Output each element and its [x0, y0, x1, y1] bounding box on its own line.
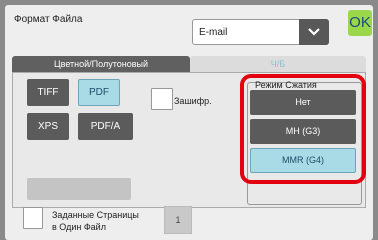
dropdown-toggle-button[interactable]: [299, 19, 329, 45]
compression-mmr-button[interactable]: MMR (G4): [250, 148, 356, 173]
page-title: Формат Файла: [14, 14, 83, 25]
encrypt-checkbox[interactable]: [151, 88, 173, 110]
format-xps-button[interactable]: XPS: [27, 113, 69, 140]
pages-per-file-label: Заданные Страницы в Один Файл: [52, 209, 139, 233]
pages-label-line2: в Один Файл: [52, 222, 106, 232]
tab-black-white[interactable]: Ч/Б: [190, 56, 366, 72]
chevron-down-icon: [308, 28, 320, 36]
compression-title: Режим Сжатия: [255, 80, 317, 90]
pages-per-file-checkbox[interactable]: [23, 207, 43, 229]
format-tiff-button[interactable]: TIFF: [27, 79, 69, 106]
dropdown-value: E-mail: [199, 27, 228, 38]
compression-mh-button[interactable]: MH (G3): [250, 119, 356, 144]
pages-count-field[interactable]: 1: [164, 206, 192, 234]
format-pdfa-button[interactable]: PDF/A: [78, 113, 133, 140]
destination-dropdown[interactable]: E-mail: [192, 19, 329, 45]
format-pdf-button[interactable]: PDF: [78, 79, 120, 106]
compression-none-button[interactable]: Нет: [250, 90, 356, 115]
ok-button[interactable]: OK: [348, 10, 372, 36]
disabled-option-button: [27, 178, 131, 200]
tab-color-grayscale[interactable]: Цветной/Полутоновый: [12, 56, 190, 72]
encrypt-label: Зашифр.: [174, 96, 212, 106]
pages-label-line1: Заданные Страницы: [52, 210, 139, 220]
